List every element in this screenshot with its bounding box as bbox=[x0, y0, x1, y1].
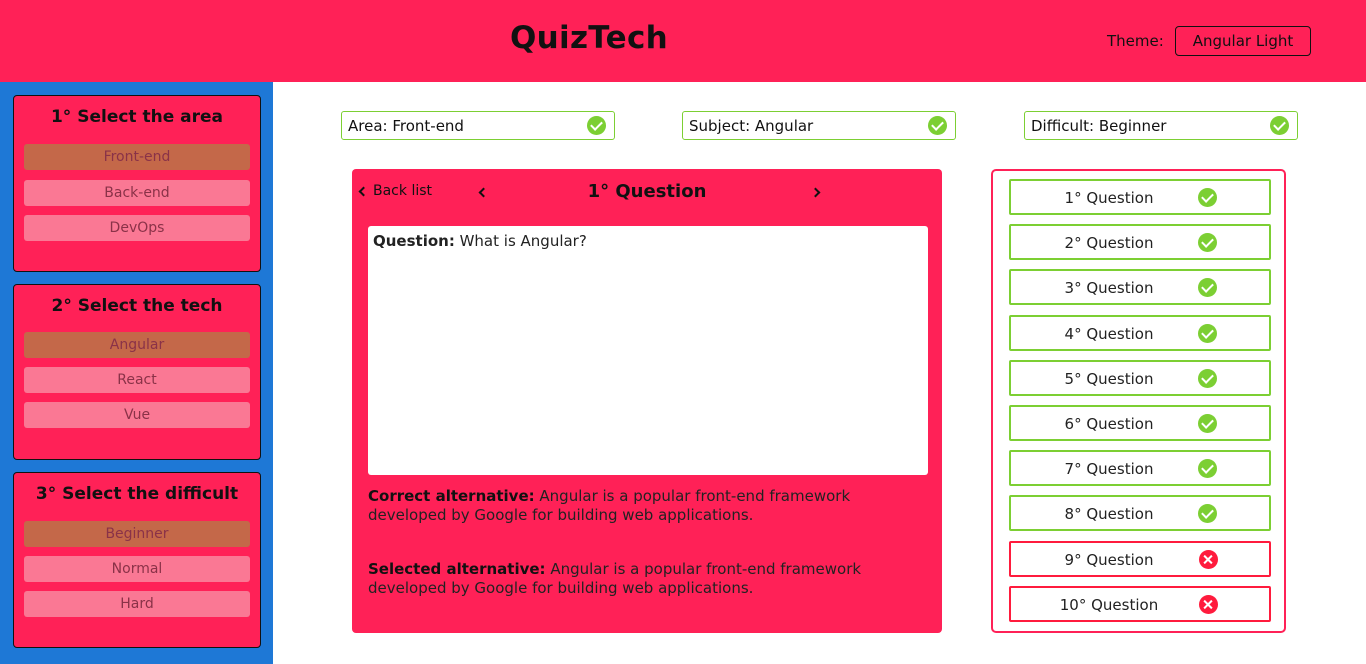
difficult-filter-label: Difficult: Beginner bbox=[1031, 116, 1167, 135]
check-icon bbox=[1198, 459, 1217, 478]
question-list-item-6[interactable]: 6° Question bbox=[1009, 405, 1271, 441]
question-item-label: 9° Question bbox=[1064, 551, 1154, 569]
question-list-item-10[interactable]: 10° Question bbox=[1009, 586, 1271, 622]
option-angular[interactable]: Angular bbox=[24, 332, 250, 358]
question-card: Back list 1° Question Question: What is … bbox=[352, 169, 942, 633]
question-text: What is Angular? bbox=[454, 232, 587, 250]
chevron-right-icon bbox=[810, 187, 820, 197]
step-tech-panel: 2° Select the tech Angular React Vue bbox=[13, 284, 261, 460]
step-difficult-title: 3° Select the difficult bbox=[35, 484, 239, 504]
question-list: 1° Question 2° Question 3° Question 4° Q… bbox=[991, 169, 1286, 633]
question-list-item-3[interactable]: 3° Question bbox=[1009, 269, 1271, 305]
step-tech-title: 2° Select the tech bbox=[51, 296, 223, 316]
correct-alternative-label: Correct alternative: bbox=[368, 487, 535, 505]
difficult-filter-chip: Difficult: Beginner bbox=[1024, 111, 1298, 140]
option-normal[interactable]: Normal bbox=[24, 556, 250, 582]
theme-select-button[interactable]: Angular Light bbox=[1175, 26, 1311, 56]
option-back-end[interactable]: Back-end bbox=[24, 180, 250, 206]
question-label: Question: bbox=[373, 232, 455, 250]
question-list-item-9[interactable]: 9° Question bbox=[1009, 541, 1271, 577]
question-list-item-4[interactable]: 4° Question bbox=[1009, 315, 1271, 351]
step-area-panel: 1° Select the area Front-end Back-end De… bbox=[13, 95, 261, 272]
check-icon bbox=[1198, 414, 1217, 433]
question-list-item-5[interactable]: 5° Question bbox=[1009, 360, 1271, 396]
sidebar: 1° Select the area Front-end Back-end De… bbox=[0, 82, 273, 664]
area-filter-chip: Area: Front-end bbox=[341, 111, 615, 140]
selected-alternative: Selected alternative: Angular is a popul… bbox=[368, 560, 928, 598]
question-list-item-1[interactable]: 1° Question bbox=[1009, 179, 1271, 215]
option-react[interactable]: React bbox=[24, 367, 250, 393]
x-circle-icon bbox=[1199, 595, 1218, 614]
question-item-label: 6° Question bbox=[1064, 415, 1154, 433]
question-list-item-7[interactable]: 7° Question bbox=[1009, 450, 1271, 486]
question-item-label: 8° Question bbox=[1064, 505, 1154, 523]
theme-label: Theme: bbox=[1107, 32, 1164, 50]
check-icon bbox=[928, 116, 947, 135]
chevron-left-icon bbox=[358, 186, 369, 196]
question-title: 1° Question bbox=[587, 181, 707, 202]
question-list-item-8[interactable]: 8° Question bbox=[1009, 495, 1271, 531]
question-text-box: Question: What is Angular? bbox=[368, 226, 928, 475]
selected-alternative-label: Selected alternative: bbox=[368, 560, 546, 578]
check-icon bbox=[1198, 188, 1217, 207]
question-item-label: 1° Question bbox=[1064, 189, 1154, 207]
check-icon bbox=[1198, 369, 1217, 388]
check-icon bbox=[1198, 324, 1217, 343]
check-icon bbox=[587, 116, 606, 135]
question-item-label: 10° Question bbox=[1059, 596, 1159, 614]
question-item-label: 3° Question bbox=[1064, 279, 1154, 297]
subject-filter-chip: Subject: Angular bbox=[682, 111, 956, 140]
question-list-item-2[interactable]: 2° Question bbox=[1009, 224, 1271, 260]
option-hard[interactable]: Hard bbox=[24, 591, 250, 617]
x-circle-icon bbox=[1199, 550, 1218, 569]
question-item-label: 7° Question bbox=[1064, 460, 1154, 478]
app-header: QuizTech Theme: Angular Light bbox=[0, 0, 1366, 82]
check-icon bbox=[1198, 278, 1217, 297]
option-vue[interactable]: Vue bbox=[24, 402, 250, 428]
question-item-label: 5° Question bbox=[1064, 370, 1154, 388]
app-title: QuizTech bbox=[510, 20, 668, 56]
back-list-label: Back list bbox=[373, 183, 433, 199]
correct-alternative: Correct alternative: Angular is a popula… bbox=[368, 487, 928, 525]
next-question-button[interactable] bbox=[808, 185, 822, 199]
check-icon bbox=[1270, 116, 1289, 135]
back-list-link[interactable]: Back list bbox=[358, 183, 433, 199]
check-icon bbox=[1198, 504, 1217, 523]
chevron-left-icon bbox=[478, 187, 488, 197]
subject-filter-label: Subject: Angular bbox=[689, 116, 814, 135]
area-filter-label: Area: Front-end bbox=[348, 116, 464, 135]
step-difficult-panel: 3° Select the difficult Beginner Normal … bbox=[13, 472, 261, 648]
step-area-title: 1° Select the area bbox=[50, 107, 224, 127]
question-item-label: 4° Question bbox=[1064, 325, 1154, 343]
previous-question-button[interactable] bbox=[476, 185, 490, 199]
option-beginner[interactable]: Beginner bbox=[24, 521, 250, 547]
check-icon bbox=[1198, 233, 1217, 252]
option-devops[interactable]: DevOps bbox=[24, 215, 250, 241]
question-item-label: 2° Question bbox=[1064, 234, 1154, 252]
option-front-end[interactable]: Front-end bbox=[24, 144, 250, 170]
